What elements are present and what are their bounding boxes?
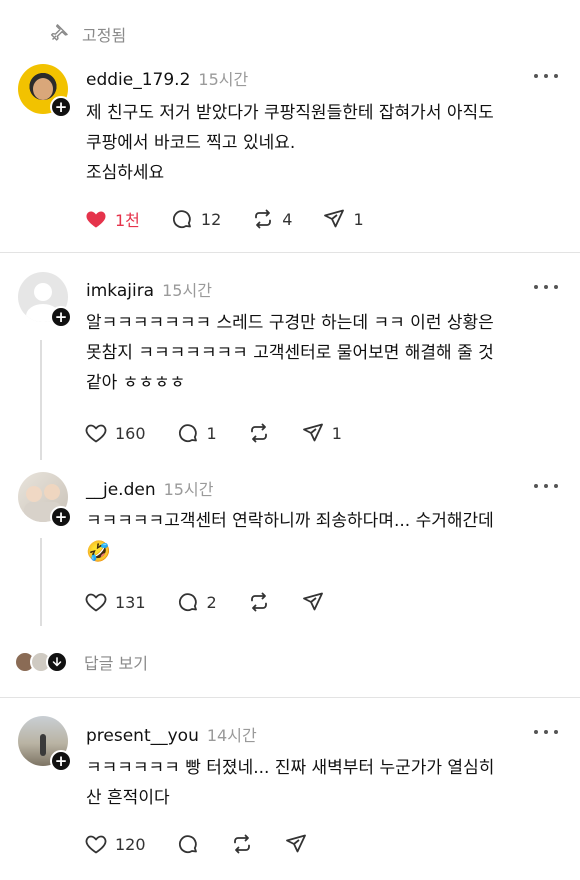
- thread-line: [40, 538, 42, 626]
- like-button[interactable]: 160: [84, 421, 146, 445]
- heart-icon: [84, 832, 108, 856]
- username[interactable]: present__you: [86, 726, 199, 746]
- post-text: ㅋㅋㅋㅋㅋ고객센터 연락하니까 죄송하다며... 수거해간데: [86, 511, 494, 531]
- heart-icon: [84, 590, 108, 614]
- username[interactable]: imkajira: [86, 281, 154, 301]
- like-count: 131: [115, 592, 146, 612]
- timestamp: 14시간: [206, 726, 257, 745]
- post-text: 제 친구도 저거 받았다가 쿠팡직원들한테 잡혀가서 아직도 쿠팡에서 바코드 …: [86, 103, 494, 183]
- repost-button[interactable]: [247, 590, 271, 614]
- comment-button[interactable]: [176, 832, 200, 856]
- share-icon: [301, 590, 325, 614]
- timestamp: 15시간: [162, 281, 212, 300]
- repost-icon: [251, 207, 275, 231]
- follow-button[interactable]: +: [50, 96, 72, 118]
- action-bar: 120: [84, 832, 338, 856]
- emoji: 🤣: [86, 539, 111, 563]
- post-header: present__you 14시간: [86, 722, 257, 746]
- arrow-down-icon: [46, 651, 68, 673]
- post-header: __je.den 15시간: [86, 476, 213, 500]
- follow-button[interactable]: +: [50, 506, 72, 528]
- more-options-icon[interactable]: [534, 283, 558, 291]
- view-replies-label[interactable]: 답글 보기: [84, 650, 148, 674]
- post-text: ㅋㅋㅋㅋㅋㅋ 빵 터졌네... 진짜 새벽부터 누군가가 열심히 산 흔적이다: [86, 758, 495, 808]
- post-text: 알ㅋㅋㅋㅋㅋㅋㅋ 스레드 구경만 하는데 ㅋㅋ 이런 상황은 못참지 ㅋㅋㅋㅋㅋ…: [86, 313, 494, 393]
- repost-button[interactable]: [247, 421, 271, 445]
- follow-button[interactable]: +: [50, 750, 72, 772]
- comment-button[interactable]: 2: [176, 590, 217, 614]
- like-button[interactable]: 120: [84, 832, 146, 856]
- repost-button[interactable]: [230, 832, 254, 856]
- action-bar: 160 1 1: [84, 421, 372, 445]
- reply-avatars: [14, 648, 70, 676]
- share-button[interactable]: 1: [301, 421, 342, 445]
- share-count: 1: [353, 209, 364, 229]
- timestamp: 15시간: [163, 480, 214, 499]
- like-count: 120: [115, 834, 146, 854]
- like-button[interactable]: 131: [84, 590, 146, 614]
- view-replies-row[interactable]: 답글 보기: [14, 648, 148, 676]
- heart-filled-icon: [84, 207, 108, 231]
- share-icon: [301, 421, 325, 445]
- comment-button[interactable]: 12: [170, 207, 221, 231]
- repost-icon: [247, 590, 271, 614]
- repost-icon: [247, 421, 271, 445]
- action-bar: 131 2: [84, 590, 355, 614]
- comment-icon: [176, 590, 200, 614]
- pinned-indicator: 고정됨: [50, 22, 126, 46]
- comment-icon: [170, 207, 194, 231]
- divider: [0, 252, 580, 253]
- share-button[interactable]: 1: [322, 207, 364, 231]
- share-button[interactable]: [301, 590, 325, 614]
- pinned-label: 고정됨: [82, 26, 127, 45]
- thread-line: [40, 340, 42, 460]
- repost-icon: [230, 832, 254, 856]
- more-options-icon[interactable]: [534, 72, 558, 80]
- comment-button[interactable]: 1: [176, 421, 217, 445]
- comment-count: 12: [200, 209, 222, 229]
- divider: [0, 697, 580, 698]
- share-icon: [284, 832, 308, 856]
- share-button[interactable]: [284, 832, 308, 856]
- share-count: 1: [331, 423, 342, 443]
- more-options-icon[interactable]: [534, 728, 558, 736]
- repost-button[interactable]: 4: [251, 207, 292, 231]
- repost-count: 4: [282, 209, 293, 229]
- comment-count: 1: [206, 423, 217, 443]
- comment-icon: [176, 832, 200, 856]
- timestamp: 15시간: [198, 70, 249, 89]
- comment-count: 2: [206, 592, 217, 612]
- like-count: 1천: [115, 211, 140, 230]
- post-header: eddie_179.2 15시간: [86, 66, 248, 90]
- like-button[interactable]: 1천: [84, 207, 140, 231]
- more-options-icon[interactable]: [534, 482, 558, 490]
- action-bar: 1천 12 4 1: [84, 207, 394, 231]
- share-icon: [322, 207, 346, 231]
- post-header: imkajira 15시간: [86, 277, 212, 301]
- follow-button[interactable]: +: [50, 306, 72, 328]
- pin-icon: [50, 22, 70, 46]
- heart-icon: [84, 421, 108, 445]
- like-count: 160: [115, 423, 146, 443]
- comment-icon: [176, 421, 200, 445]
- username[interactable]: eddie_179.2: [86, 70, 190, 90]
- username[interactable]: __je.den: [86, 480, 156, 500]
